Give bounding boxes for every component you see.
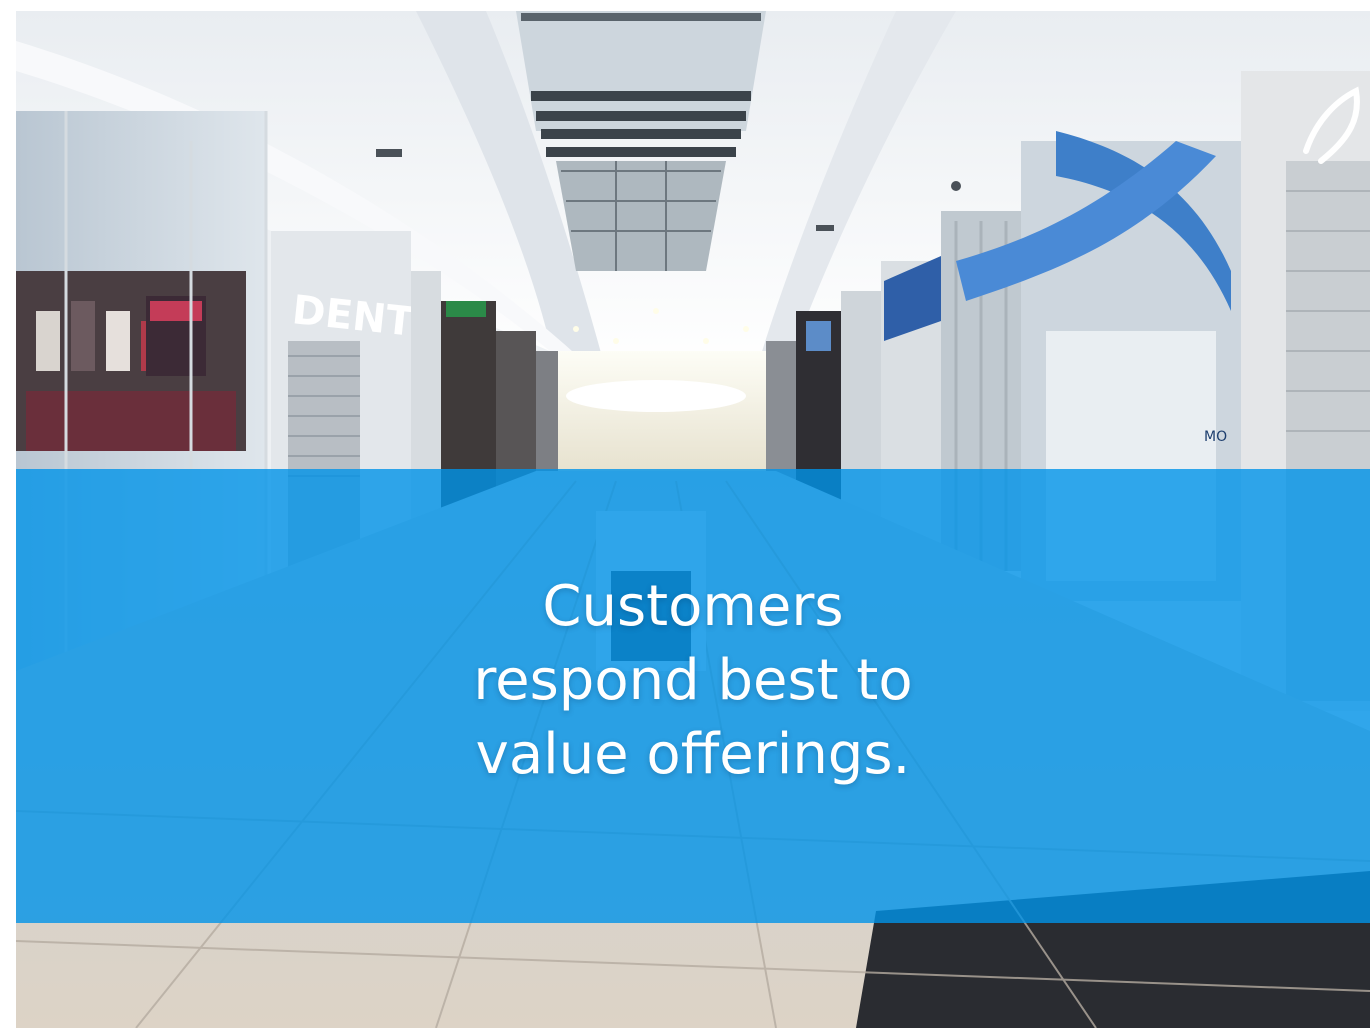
headline-line-2: respond best to xyxy=(473,648,913,713)
headline: Customers respond best to value offering… xyxy=(16,570,1370,792)
headline-line-1: Customers xyxy=(542,574,844,639)
window-text: MO xyxy=(1204,429,1227,445)
slide: DENTITY MO Customers respond best to val… xyxy=(0,0,1370,1028)
headline-line-3: value offerings. xyxy=(475,722,911,787)
